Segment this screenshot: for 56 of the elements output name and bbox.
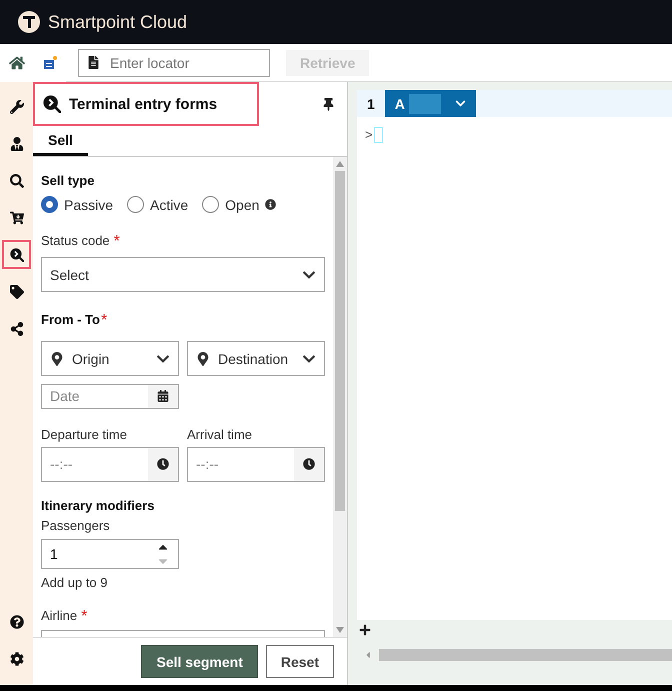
required-mark: * (100, 312, 108, 330)
radio-option[interactable]: Open (202, 196, 276, 213)
list-icon (42, 56, 56, 70)
tag-icon (10, 284, 24, 298)
pin-icon (50, 352, 64, 366)
destination-select[interactable]: Destination (187, 341, 325, 376)
pin-icon (196, 352, 210, 366)
clock-icon (303, 458, 315, 470)
passengers-field[interactable]: 1 (41, 538, 179, 569)
status-code-select[interactable]: Select (41, 257, 325, 292)
calendar-icon (157, 390, 169, 402)
departure-time-field[interactable]: --:-- (41, 446, 179, 482)
clock-icon (157, 458, 169, 470)
search-chevron-icon (10, 248, 24, 262)
panel-title: Terminal entry forms (69, 96, 218, 112)
terminal-screen[interactable]: > (357, 117, 672, 620)
arrival-time-field[interactable]: --:-- (187, 446, 325, 482)
sidebar-button[interactable] (2, 240, 31, 269)
share-icon (10, 322, 24, 336)
cursor (374, 127, 383, 143)
radio-option[interactable]: Passive (41, 196, 114, 213)
field-label: Passengers (41, 518, 111, 533)
home-icon (8, 54, 24, 70)
date-field[interactable]: Date (41, 384, 179, 409)
field-label: Arrival time (187, 426, 254, 442)
field-label: Status code (41, 233, 110, 250)
pin-icon[interactable] (322, 98, 335, 110)
terminal-tab[interactable]: A (384, 90, 476, 117)
field-label: Departure time (41, 426, 128, 442)
required-mark: * (114, 233, 120, 251)
required-mark: * (81, 608, 88, 626)
cart-icon (10, 210, 24, 224)
search-icon (10, 174, 24, 188)
plus-icon (359, 624, 371, 636)
section-heading: Itinerary modifiers (41, 498, 156, 513)
search-chevron-icon (43, 95, 61, 113)
locator-field[interactable]: Enter locator (78, 48, 270, 76)
chevron-icon (454, 98, 466, 109)
help-icon (10, 614, 24, 628)
document-icon (87, 56, 100, 69)
sell-segment-button[interactable]: Sell segment (141, 645, 258, 678)
settings-icon (10, 652, 24, 666)
radio-option[interactable]: Active (127, 196, 188, 213)
section-heading: Sell type (41, 173, 96, 188)
wrench-icon (10, 100, 24, 114)
field-label: Airline (41, 608, 78, 625)
section-heading: From - To (41, 312, 100, 329)
app-title: Smartpoint Cloud (48, 12, 188, 32)
terminal-tab[interactable]: 1 (357, 90, 385, 117)
logo-icon (18, 11, 40, 33)
hint-text: Add up to 9 (41, 574, 108, 590)
terminal-prompt: > (365, 127, 373, 142)
airline-field[interactable] (41, 630, 325, 637)
origin-select[interactable]: Origin (41, 341, 179, 376)
profile-icon (10, 136, 24, 150)
reset-button[interactable]: Reset (266, 645, 334, 678)
